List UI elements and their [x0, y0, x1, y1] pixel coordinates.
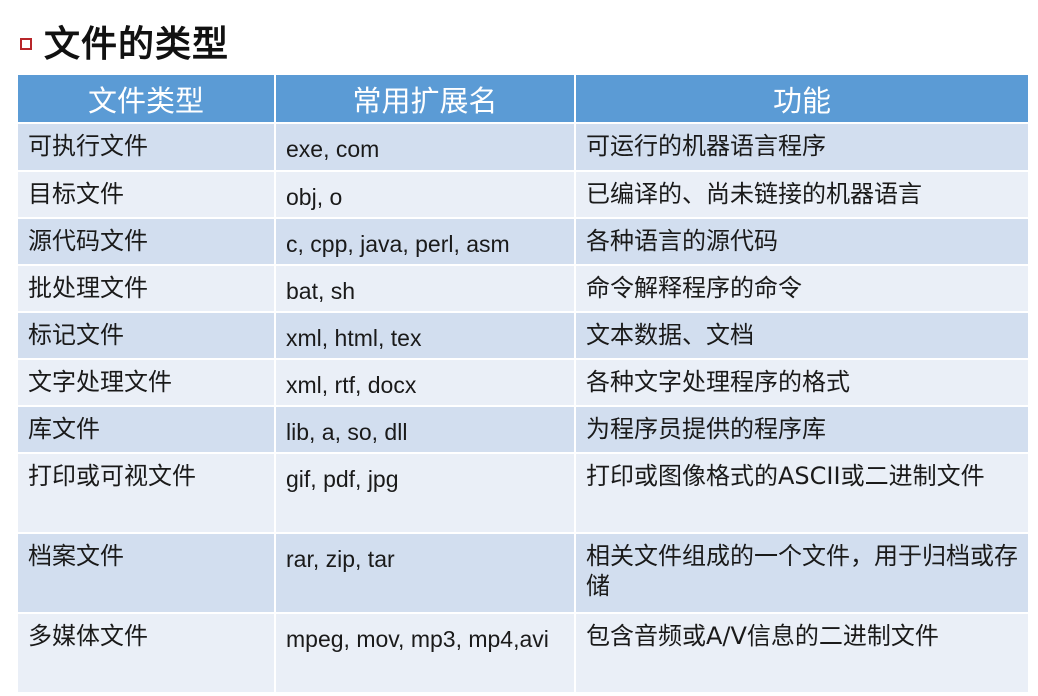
cell-file-type: 目标文件 — [16, 170, 276, 219]
cell-function: 文本数据、文档 — [574, 311, 1030, 360]
square-bullet-icon — [20, 38, 32, 50]
table-row: 批处理文件 bat, sh 命令解释程序的命令 — [16, 264, 1030, 313]
cell-function: 相关文件组成的一个文件，用于归档或存储 — [574, 532, 1030, 614]
cell-file-type: 打印或可视文件 — [16, 452, 276, 534]
cell-file-type: 库文件 — [16, 405, 276, 454]
table-row: 打印或可视文件 gif, pdf, jpg 打印或图像格式的ASCII或二进制文… — [16, 452, 1030, 534]
table-header-row: 文件类型 常用扩展名 功能 — [16, 75, 1030, 123]
cell-extension: c, cpp, java, perl, asm — [274, 217, 576, 266]
cell-extension: lib, a, so, dll — [274, 405, 576, 454]
cell-function: 各种语言的源代码 — [574, 217, 1030, 266]
slide-title: 文件的类型 — [20, 14, 229, 68]
cell-extension: obj, o — [274, 170, 576, 219]
cell-extension: xml, html, tex — [274, 311, 576, 360]
table-row: 可执行文件 exe, com 可运行的机器语言程序 — [16, 122, 1030, 172]
table-row: 目标文件 obj, o 已编译的、尚未链接的机器语言 — [16, 170, 1030, 219]
cell-function: 可运行的机器语言程序 — [574, 122, 1030, 172]
cell-function: 为程序员提供的程序库 — [574, 405, 1030, 454]
cell-extension: rar, zip, tar — [274, 532, 576, 614]
cell-function: 各种文字处理程序的格式 — [574, 358, 1030, 407]
cell-file-type: 档案文件 — [16, 532, 276, 614]
cell-extension: xml, rtf, docx — [274, 358, 576, 407]
file-types-table: 文件类型 常用扩展名 功能 可执行文件 exe, com 可运行的机器语言程序 … — [16, 75, 1030, 694]
table-row: 多媒体文件 mpeg, mov, mp3, mp4,avi 包含音频或A/V信息… — [16, 612, 1030, 694]
cell-file-type: 可执行文件 — [16, 122, 276, 172]
cell-extension: bat, sh — [274, 264, 576, 313]
cell-extension: mpeg, mov, mp3, mp4,avi — [274, 612, 576, 694]
cell-function: 打印或图像格式的ASCII或二进制文件 — [574, 452, 1030, 534]
page-title: 文件的类型 — [44, 24, 230, 65]
cell-extension: gif, pdf, jpg — [274, 452, 576, 534]
header-extension: 常用扩展名 — [274, 75, 576, 123]
header-function: 功能 — [574, 75, 1030, 123]
cell-file-type: 批处理文件 — [16, 264, 276, 313]
cell-file-type: 文字处理文件 — [16, 358, 276, 407]
table-row: 文字处理文件 xml, rtf, docx 各种文字处理程序的格式 — [16, 358, 1030, 407]
cell-function: 包含音频或A/V信息的二进制文件 — [574, 612, 1030, 694]
cell-function: 命令解释程序的命令 — [574, 264, 1030, 313]
table-row: 档案文件 rar, zip, tar 相关文件组成的一个文件，用于归档或存储 — [16, 532, 1030, 614]
table-row: 库文件 lib, a, so, dll 为程序员提供的程序库 — [16, 405, 1030, 454]
cell-file-type: 标记文件 — [16, 311, 276, 360]
table-row: 源代码文件 c, cpp, java, perl, asm 各种语言的源代码 — [16, 217, 1030, 266]
table-row: 标记文件 xml, html, tex 文本数据、文档 — [16, 311, 1030, 360]
cell-file-type: 源代码文件 — [16, 217, 276, 266]
cell-function: 已编译的、尚未链接的机器语言 — [574, 170, 1030, 219]
cell-file-type: 多媒体文件 — [16, 612, 276, 694]
header-file-type: 文件类型 — [16, 75, 276, 123]
cell-extension: exe, com — [274, 122, 576, 172]
